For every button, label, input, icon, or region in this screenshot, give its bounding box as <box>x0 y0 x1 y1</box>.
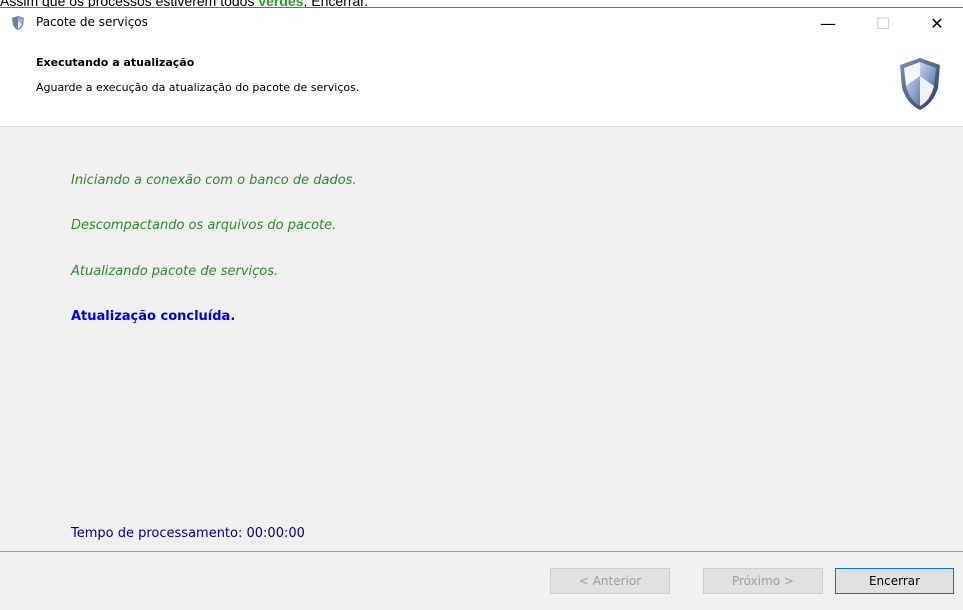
step-connecting-db: Iniciando a conexão com o banco de dados… <box>71 173 357 188</box>
finish-button[interactable]: Encerrar <box>835 568 954 594</box>
update-completed-label: Atualização concluída. <box>71 309 236 324</box>
progress-panel: Iniciando a conexão com o banco de dados… <box>0 127 963 551</box>
maximize-button[interactable]: ☐ <box>860 8 906 38</box>
step-unpacking-files: Descompactando os arquivos do pacote. <box>71 218 337 233</box>
wizard-header: Executando a atualização Aguarde a execu… <box>0 38 963 127</box>
title-bar[interactable]: Pacote de serviços — ☐ ✕ <box>0 8 963 38</box>
step-updating-package: Atualizando pacote de serviços. <box>71 264 279 279</box>
minimize-icon: — <box>820 13 836 33</box>
close-button[interactable]: ✕ <box>914 8 960 38</box>
previous-button[interactable]: < Anterior <box>550 568 670 594</box>
close-icon: ✕ <box>930 13 944 33</box>
maximize-icon: ☐ <box>875 13 891 33</box>
header-subtitle: Aguarde a execução da atualização do pac… <box>36 81 360 94</box>
shield-icon <box>900 58 940 110</box>
header-title: Executando a atualização <box>36 56 195 69</box>
shield-icon <box>12 16 24 30</box>
window-title: Pacote de serviços <box>36 15 148 29</box>
minimize-button[interactable]: — <box>805 8 851 38</box>
processing-time-label: Tempo de processamento: 00:00:00 <box>71 526 305 541</box>
next-button[interactable]: Próximo > <box>703 568 823 594</box>
wizard-footer: < Anterior Próximo > Encerrar <box>0 551 963 610</box>
service-pack-window: Pacote de serviços — ☐ ✕ Executando a at… <box>0 7 963 610</box>
